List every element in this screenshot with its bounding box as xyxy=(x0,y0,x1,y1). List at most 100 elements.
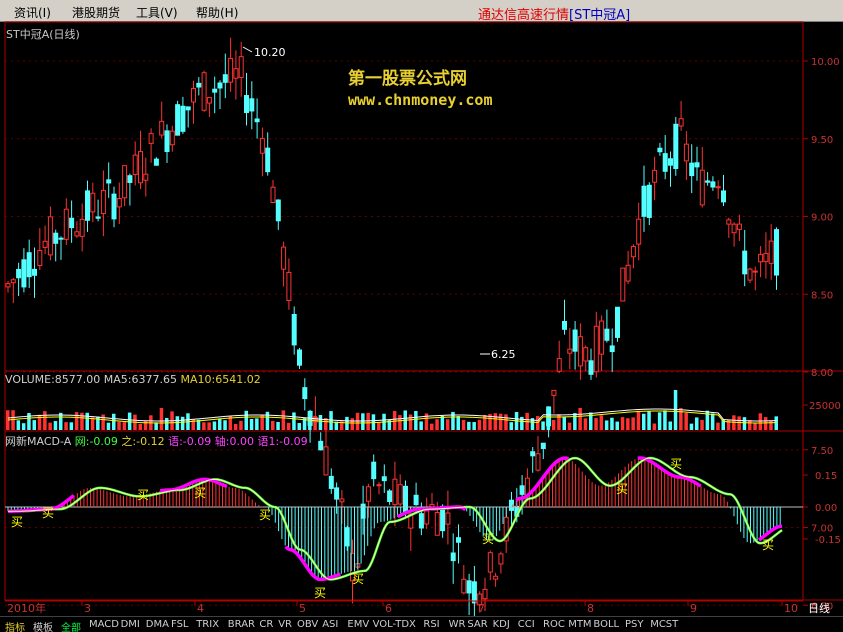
volume-bar xyxy=(32,420,36,430)
volume-bar xyxy=(292,412,296,430)
tab-模板[interactable]: 模板 xyxy=(33,619,53,632)
candle-body xyxy=(143,173,149,181)
tab-vr[interactable]: VR xyxy=(278,619,292,630)
tab-rsi[interactable]: RSI xyxy=(423,619,439,630)
volume-bar xyxy=(604,420,609,430)
tab-vol-tdx[interactable]: VOL-TDX xyxy=(373,619,416,630)
candle-body xyxy=(397,484,403,505)
candle-body xyxy=(678,118,684,127)
tab-psy[interactable]: PSY xyxy=(625,619,644,630)
candle-body xyxy=(32,268,37,276)
candle-body xyxy=(74,231,80,237)
volume-bar xyxy=(265,411,270,430)
volume-bar xyxy=(636,410,641,430)
candle-body xyxy=(95,216,101,219)
candle-body xyxy=(153,158,159,166)
tab-brar[interactable]: BRAR xyxy=(228,619,255,630)
candle-body xyxy=(636,218,642,245)
tab-macd[interactable]: MACD xyxy=(89,619,119,630)
macd-tick-label: -0.15 xyxy=(815,535,841,546)
tab-全部[interactable]: 全部 xyxy=(61,619,81,632)
candle-body xyxy=(710,181,716,188)
volume-bar xyxy=(313,415,317,430)
candle-body xyxy=(646,184,652,218)
volume-bar xyxy=(53,421,58,430)
volume-value: VOLUME:8577.00 xyxy=(5,373,101,386)
candle-body xyxy=(42,240,48,248)
tab-dmi[interactable]: DMI xyxy=(121,619,140,630)
candle-body xyxy=(556,358,562,372)
tab-wr[interactable]: WR xyxy=(449,619,466,630)
candle-body xyxy=(731,223,737,234)
candle-body xyxy=(228,57,234,83)
tab-asi[interactable]: ASI xyxy=(322,619,338,630)
volume-bar xyxy=(48,422,52,430)
tab-fsl[interactable]: FSL xyxy=(171,619,189,630)
tab-指标[interactable]: 指标 xyxy=(5,619,25,632)
tab-trix[interactable]: TRIX xyxy=(196,619,219,630)
volume-bar xyxy=(218,418,222,430)
candle-body xyxy=(37,249,43,267)
candle-body xyxy=(392,478,398,506)
candle-body xyxy=(535,453,541,471)
tab-obv[interactable]: OBV xyxy=(297,619,318,630)
tab-cci[interactable]: CCI xyxy=(518,619,535,630)
date-tick-label: 8 xyxy=(587,602,594,615)
tab-cr[interactable]: CR xyxy=(259,619,273,630)
tab-boll[interactable]: BOLL xyxy=(593,619,619,630)
volume-bar xyxy=(493,413,498,430)
candle-body xyxy=(26,252,32,278)
volume-bar xyxy=(350,418,354,430)
candle-body xyxy=(726,219,732,225)
candle-body xyxy=(111,193,117,220)
volume-bar xyxy=(74,412,79,430)
volume-bar xyxy=(127,412,132,430)
candle-body xyxy=(540,442,546,450)
price-tick-label: 9.50 xyxy=(811,135,833,146)
price-tick-label: 9.00 xyxy=(811,213,833,224)
buy-signal-marker: 买 xyxy=(259,508,271,522)
candle-body xyxy=(689,162,695,177)
candle-body xyxy=(69,217,75,229)
volume-bar xyxy=(398,415,402,430)
tab-dma[interactable]: DMA xyxy=(146,619,169,630)
candle-body xyxy=(85,190,90,221)
volume-bar xyxy=(710,413,715,430)
candle-body xyxy=(774,229,779,276)
tab-emv[interactable]: EMV xyxy=(347,619,369,630)
candle-body xyxy=(413,494,419,506)
candle-body xyxy=(434,512,440,536)
candle-body xyxy=(715,186,721,189)
tab-mcst[interactable]: MCST xyxy=(650,619,678,630)
candle-body xyxy=(47,216,53,256)
volume-bar xyxy=(414,410,418,430)
volume-bar xyxy=(610,417,614,430)
volume-bar xyxy=(85,412,89,430)
volume-axis-label: 25000 xyxy=(809,401,841,412)
volume-bar xyxy=(122,422,127,430)
tab-roc[interactable]: ROC xyxy=(543,619,565,630)
high-price-label: 10.20 xyxy=(254,46,286,59)
volume-bar xyxy=(69,422,74,430)
candle-body xyxy=(371,461,377,480)
volume-bar xyxy=(27,412,31,430)
candle-body xyxy=(58,237,64,240)
volume-bar xyxy=(445,419,450,430)
tab-sar[interactable]: SAR xyxy=(467,619,487,630)
candle-body xyxy=(493,575,499,580)
volume-bar xyxy=(239,420,243,430)
tab-kdj[interactable]: KDJ xyxy=(493,619,510,630)
candle-body xyxy=(323,446,329,476)
tab-mtm[interactable]: MTM xyxy=(568,619,591,630)
volume-bar xyxy=(180,416,185,430)
candle-body xyxy=(620,267,626,302)
candle-body xyxy=(593,325,599,373)
volume-bar xyxy=(578,408,582,430)
volume-bar xyxy=(43,411,47,430)
volume-bar xyxy=(21,423,26,430)
candle-body xyxy=(265,147,271,173)
volume-bar xyxy=(774,416,778,430)
candle-body xyxy=(281,246,287,270)
candle-body xyxy=(254,118,260,123)
volume-bar xyxy=(202,422,206,430)
